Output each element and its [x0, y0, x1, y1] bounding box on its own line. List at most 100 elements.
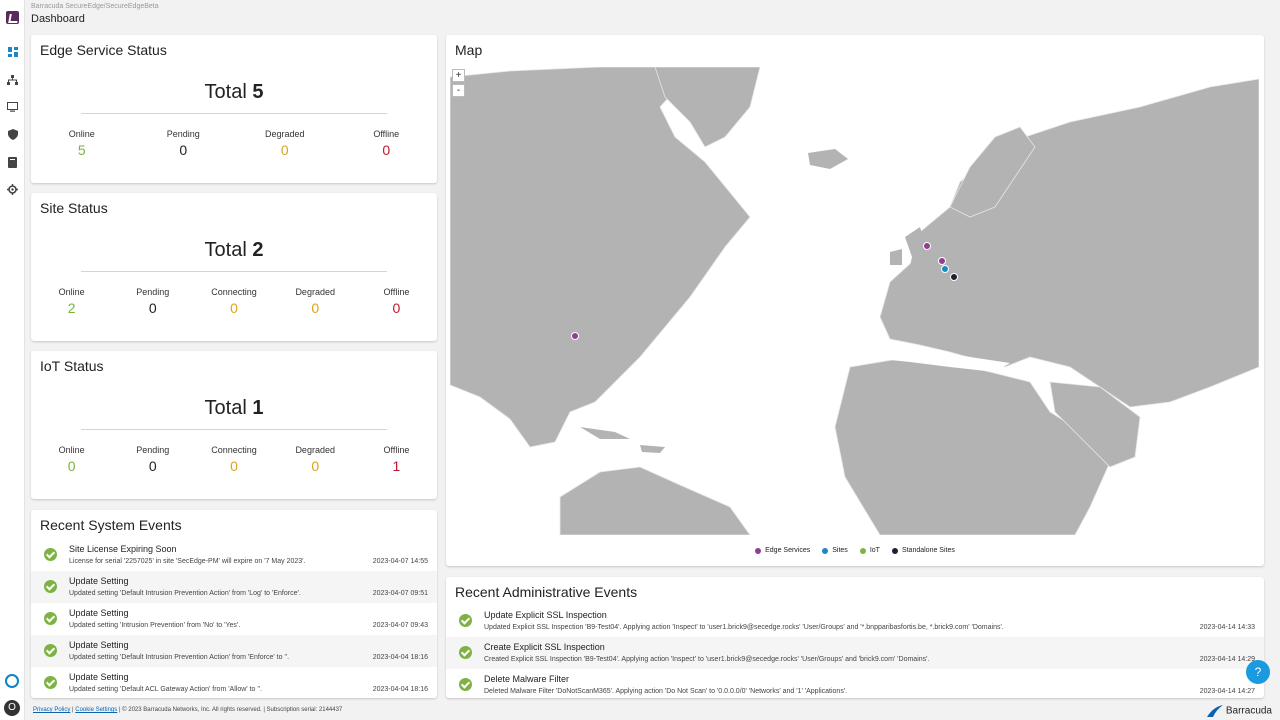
stat-value: 0 [392, 300, 401, 316]
legend-label: Sites [832, 547, 848, 554]
legend-dot [859, 547, 866, 554]
event-timestamp: 2023-04-14 14:33 [1199, 624, 1255, 631]
barracuda-logo-icon[interactable] [6, 11, 19, 24]
page-title: Dashboard [31, 13, 85, 25]
check-circle-icon [44, 548, 57, 561]
stat-online[interactable]: Online 0 [31, 445, 112, 474]
check-circle-icon [44, 644, 57, 657]
world-map[interactable] [450, 67, 1259, 535]
recent-administrative-events-card: Recent Administrative Events Update Expl… [446, 577, 1264, 698]
stat-value: 0 [280, 142, 289, 158]
list-item[interactable]: Site License Expiring Soon License for s… [31, 539, 437, 571]
legend-iot[interactable]: IoT [859, 547, 880, 554]
event-title: Update Setting [69, 608, 129, 618]
stat-degraded[interactable]: Degraded 0 [275, 445, 356, 474]
check-circle-icon [459, 646, 472, 659]
list-item[interactable]: Delete Malware Filter Deleted Malware Fi… [446, 669, 1264, 698]
book-icon[interactable] [6, 156, 19, 169]
stat-offline[interactable]: Offline 0 [336, 129, 438, 158]
stat-degraded[interactable]: Degraded 0 [275, 287, 356, 316]
card-title: Edge Service Status [40, 42, 167, 58]
settings-icon[interactable] [6, 183, 19, 196]
stat-label: Degraded [295, 287, 335, 297]
list-item[interactable]: Update Setting Updated setting 'Intrusio… [31, 603, 437, 635]
legend-edge-services[interactable]: Edge Services [755, 547, 810, 554]
event-timestamp: 2023-04-14 14:27 [1199, 688, 1255, 695]
stat-value: 0 [148, 458, 157, 474]
stat-connecting[interactable]: Connecting 0 [193, 287, 274, 316]
stat-label: Offline [373, 129, 400, 139]
stat-label: Connecting [211, 445, 257, 455]
map-legend: Edge Services Sites IoT Standalone Sites [446, 547, 1264, 554]
event-timestamp: 2023-04-07 09:43 [372, 622, 428, 629]
total-count: Total 5 [31, 81, 437, 104]
stat-value: 0 [67, 458, 76, 474]
event-timestamp: 2023-04-07 09:51 [372, 590, 428, 597]
list-item[interactable]: Create Explicit SSL Inspection Created E… [446, 637, 1264, 669]
support-icon[interactable] [5, 674, 19, 688]
list-item[interactable]: Update Setting Updated setting 'Default … [31, 635, 437, 667]
stat-value: 5 [77, 142, 86, 158]
card-title: IoT Status [40, 358, 104, 374]
zoom-in-button[interactable]: + [452, 69, 465, 82]
dashboard-icon[interactable] [6, 45, 19, 58]
total-label: Total [204, 239, 247, 261]
zoom-out-button[interactable]: - [452, 84, 465, 97]
card-title: Site Status [40, 200, 108, 216]
stat-label: Online [68, 129, 95, 139]
site-status-card: Site Status Total 2 Online 2 Pending 0 Con… [31, 193, 437, 341]
stat-pending[interactable]: Pending 0 [133, 129, 235, 158]
card-title: Map [455, 42, 483, 58]
legend-label: Edge Services [765, 547, 811, 554]
stats-row: Online 5 Pending 0 Degraded 0 Offline 0 [31, 129, 437, 158]
help-button[interactable]: ? [1246, 660, 1270, 684]
list-item[interactable]: Update Explicit SSL Inspection Updated E… [446, 605, 1264, 637]
card-title: Recent System Events [40, 517, 182, 533]
total-count: Total 1 [31, 397, 437, 420]
avatar[interactable]: O [4, 700, 20, 716]
monitor-icon[interactable] [6, 100, 19, 113]
stat-value: 0 [148, 300, 157, 316]
network-icon[interactable] [6, 73, 19, 86]
list-item[interactable]: Update Setting Updated setting 'Default … [31, 571, 437, 603]
total-value: 1 [252, 397, 264, 419]
stat-label: Connecting [211, 287, 257, 297]
stat-value: 0 [382, 142, 391, 158]
list-item[interactable]: Update Setting Updated setting 'Default … [31, 667, 437, 698]
event-description: Created Explicit SSL Inspection 'B9-Test… [484, 656, 930, 663]
stats-row: Online 2 Pending 0 Connecting 0 Degraded 0 O… [31, 287, 437, 316]
stat-label: Degraded [295, 445, 335, 455]
event-title: Update Setting [69, 672, 129, 682]
total-label: Total [204, 397, 247, 419]
stat-pending[interactable]: Pending 0 [112, 445, 193, 474]
legend-standalone-sites[interactable]: Standalone Sites [891, 547, 955, 554]
stat-label: Degraded [264, 129, 305, 139]
shield-icon[interactable] [6, 128, 19, 141]
stat-degraded[interactable]: Degraded 0 [234, 129, 336, 158]
footer: Privacy Policy | Cookie Settings | © 202… [33, 707, 342, 713]
stat-pending[interactable]: Pending 0 [112, 287, 193, 316]
legend-sites[interactable]: Sites [822, 547, 848, 554]
barracuda-brand: Barracuda [1207, 705, 1272, 717]
total-value: 2 [252, 239, 264, 261]
stat-online[interactable]: Online 2 [31, 287, 112, 316]
stats-row: Online 0 Pending 0 Connecting 0 Degraded 0 O… [31, 445, 437, 474]
stat-offline[interactable]: Offline 1 [356, 445, 437, 474]
event-description: Updated setting 'Default Intrusion Preve… [69, 654, 290, 661]
check-circle-icon [44, 580, 57, 593]
barracuda-wave-icon [1207, 705, 1224, 717]
event-description: Updated setting 'Default Intrusion Preve… [69, 590, 301, 597]
privacy-policy-link[interactable]: Privacy Policy [33, 707, 70, 713]
event-description: License for serial '2257025' in site 'Se… [69, 558, 306, 565]
stat-label: Offline [383, 287, 410, 297]
event-timestamp: 2023-04-04 18:16 [372, 654, 428, 661]
stat-offline[interactable]: Offline 0 [356, 287, 437, 316]
stat-value: 0 [311, 300, 320, 316]
legend-label: IoT [869, 547, 880, 554]
event-timestamp: 2023-04-14 14:29 [1199, 656, 1255, 663]
stat-online[interactable]: Online 5 [31, 129, 133, 158]
stat-connecting[interactable]: Connecting 0 [193, 445, 274, 474]
cookie-settings-link[interactable]: Cookie Settings [75, 707, 117, 713]
divider [81, 271, 387, 272]
event-title: Delete Malware Filter [484, 674, 570, 684]
